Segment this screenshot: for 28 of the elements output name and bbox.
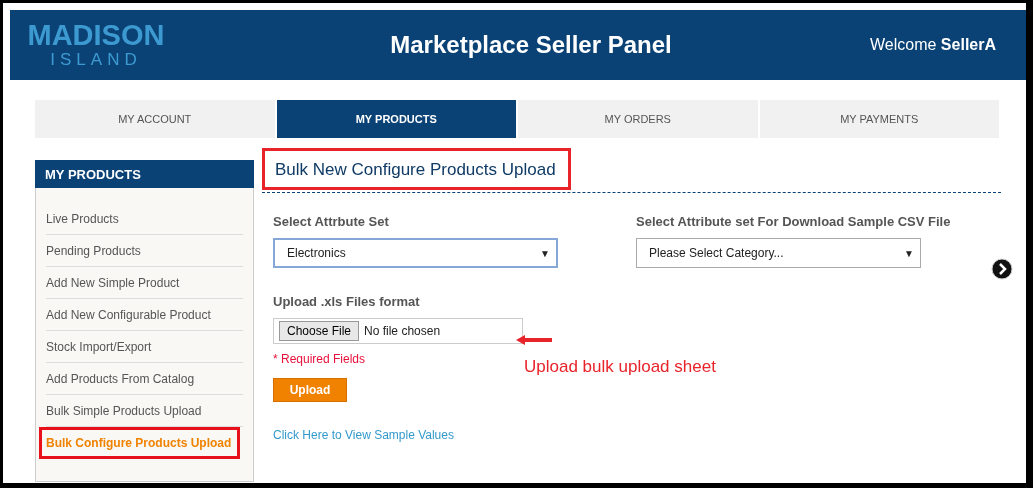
next-icon[interactable] <box>991 258 1013 280</box>
nav-tab[interactable]: MY ACCOUNT <box>35 100 275 138</box>
sidebar-item[interactable]: Bulk Simple Products Upload <box>46 401 202 420</box>
sidebar-item[interactable]: Stock Import/Export <box>46 337 152 356</box>
field-label: Select Attribute set For Download Sample CSV File <box>636 214 951 229</box>
sidebar-heading: MY PRODUCTS <box>35 160 254 188</box>
field-label: Upload .xls Files format <box>273 294 421 309</box>
file-status: No file chosen <box>364 324 441 338</box>
field-label: Select Attrbute Set <box>273 214 390 229</box>
select-field[interactable]: Electronics ▼ <box>273 238 558 268</box>
nav-tab[interactable]: MY PRODUCTS <box>276 100 516 138</box>
sidebar-item[interactable]: Live Products <box>46 209 119 228</box>
logo-text: MADISON <box>27 20 165 50</box>
nav-tab[interactable]: MY ORDERS <box>518 100 758 138</box>
choose-file-button[interactable]: Choose File <box>279 321 360 341</box>
nav-tab[interactable]: MY PAYMENTS <box>759 100 999 138</box>
annotation-text: Upload bulk upload sheet <box>524 357 716 377</box>
sidebar-item[interactable]: Add New Simple Product <box>46 273 180 292</box>
sidebar-item[interactable]: Add New Configurable Product <box>46 305 211 324</box>
logo-subtext: ISLAND <box>50 50 142 70</box>
select-field[interactable]: Please Select Category... ▼ <box>636 238 921 268</box>
panel-title: Marketplace Seller Panel <box>389 31 673 59</box>
file-input[interactable]: Choose File No file chosen <box>273 318 523 344</box>
arrow-icon <box>516 335 552 345</box>
sidebar-item[interactable]: Add Products From Catalog <box>46 369 195 388</box>
sidebar-item[interactable]: Pending Products <box>46 241 141 260</box>
page-title: Bulk New Configure Products Upload <box>262 148 571 190</box>
welcome-text: Welcome SellerA <box>870 36 996 54</box>
